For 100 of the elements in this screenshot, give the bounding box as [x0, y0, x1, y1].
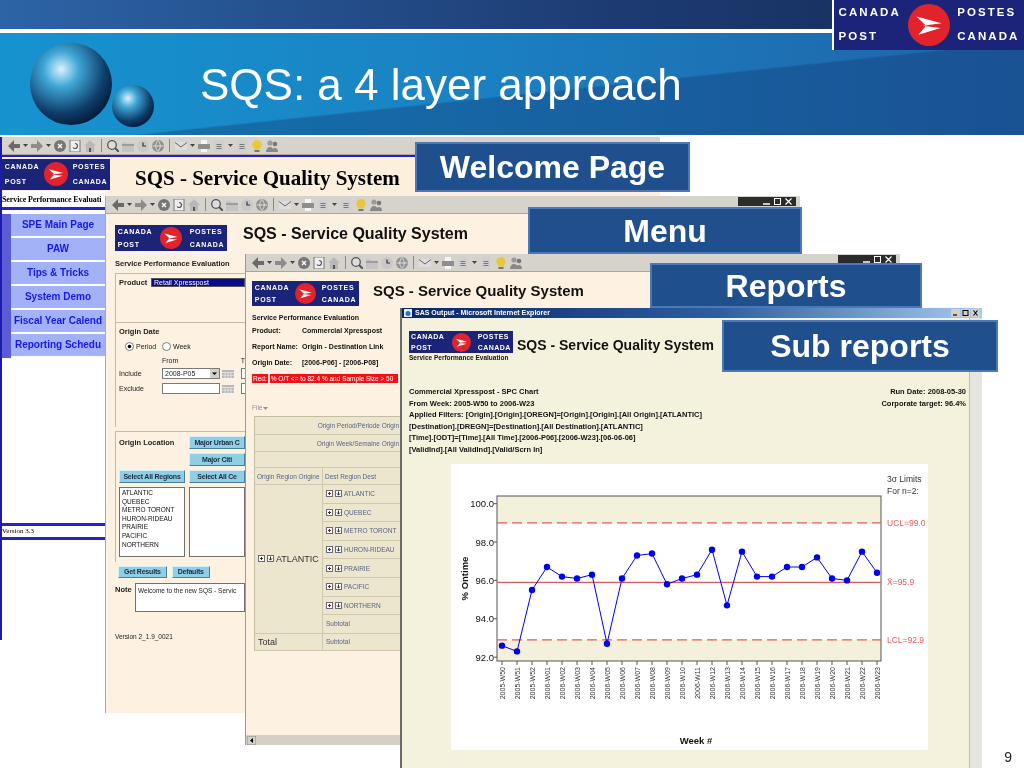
nav-link[interactable]: Fiscal Year Calend [11, 310, 105, 334]
caret-icon[interactable] [228, 144, 233, 147]
document-icon[interactable] [480, 256, 492, 269]
drill-down-icon[interactable] [335, 527, 342, 535]
expand-icon[interactable] [326, 527, 333, 535]
data-point [858, 548, 866, 555]
search-icon[interactable] [351, 256, 363, 269]
y-axis-tick-label: 96.0 [475, 574, 494, 586]
document-icon[interactable] [340, 198, 352, 211]
emblem-icon [160, 227, 182, 249]
data-point [678, 575, 686, 582]
limit-label: X̄=95.9 [887, 577, 915, 588]
page-title: SQS - Service Quality System [135, 168, 400, 191]
clock-icon[interactable] [381, 256, 393, 269]
radio-icon[interactable] [125, 342, 134, 351]
refresh-icon[interactable] [313, 256, 325, 269]
caret-icon[interactable] [127, 203, 132, 206]
data-point [573, 575, 581, 582]
stop-icon[interactable] [158, 198, 170, 211]
printer-icon[interactable] [302, 198, 314, 211]
table-cell: Total [255, 633, 323, 651]
lightbulb-icon[interactable] [495, 256, 507, 269]
caret-icon[interactable] [332, 203, 337, 206]
logo-text: CANADA [957, 31, 1020, 43]
caret-icon[interactable] [290, 261, 295, 264]
expand-icon[interactable] [326, 546, 333, 554]
nav-link[interactable]: PAW [11, 238, 105, 262]
minimize-icon[interactable] [951, 309, 960, 317]
search-icon[interactable] [211, 198, 223, 211]
expand-icon[interactable] [258, 555, 265, 563]
caret-icon[interactable] [294, 203, 299, 206]
people-icon[interactable] [370, 198, 382, 211]
nav-link[interactable]: System Demo [11, 286, 105, 310]
drill-down-icon[interactable] [335, 601, 342, 609]
drill-down-icon[interactable] [267, 555, 274, 563]
clock-icon[interactable] [137, 139, 149, 152]
people-icon[interactable] [266, 139, 278, 152]
nav-link[interactable]: Tips & Tricks [11, 262, 105, 286]
clock-icon[interactable] [241, 198, 253, 211]
caret-icon[interactable] [23, 144, 28, 147]
nav-link[interactable]: SPE Main Page [11, 214, 105, 238]
document-icon[interactable] [213, 139, 225, 152]
data-point [633, 552, 641, 559]
horizontal-scrollbar[interactable] [246, 735, 401, 745]
nav-link[interactable]: Reporting Schedu [11, 334, 105, 358]
caret-icon[interactable] [150, 203, 155, 206]
lightbulb-icon[interactable] [355, 198, 367, 211]
home-icon[interactable] [328, 256, 340, 269]
back-arrow-icon[interactable] [8, 139, 20, 152]
data-point [558, 573, 566, 580]
refresh-icon[interactable] [69, 139, 81, 152]
input-field[interactable] [162, 383, 220, 394]
caret-icon[interactable] [472, 261, 477, 264]
callout-label: Sub reports [722, 320, 998, 372]
stop-icon[interactable] [298, 256, 310, 269]
drill-down-icon[interactable] [335, 546, 342, 554]
data-point [723, 602, 731, 609]
drill-down-icon[interactable] [335, 508, 342, 516]
drill-down-icon[interactable] [335, 564, 342, 572]
printer-icon[interactable] [442, 256, 454, 269]
caret-icon[interactable] [267, 261, 272, 264]
maximize-icon[interactable] [961, 309, 970, 317]
caret-icon[interactable] [46, 144, 51, 147]
refresh-icon[interactable] [173, 198, 185, 211]
home-icon[interactable] [188, 198, 200, 211]
document-icon[interactable] [457, 256, 469, 269]
expand-icon[interactable] [326, 508, 333, 516]
radio-icon[interactable] [162, 342, 171, 351]
stop-icon[interactable] [54, 139, 66, 152]
document-icon[interactable] [236, 139, 248, 152]
data-point [543, 563, 551, 571]
expand-icon[interactable] [326, 583, 333, 591]
emblem-icon [295, 283, 316, 304]
lightbulb-icon[interactable] [251, 139, 263, 152]
home-icon[interactable] [84, 139, 96, 152]
logo-text: POST [838, 31, 880, 43]
mail-icon[interactable] [419, 258, 431, 267]
expand-icon[interactable] [326, 490, 333, 498]
people-icon[interactable] [510, 256, 522, 269]
back-arrow-icon[interactable] [112, 198, 124, 211]
limits-note: For n=2: [887, 486, 919, 496]
document-icon[interactable] [317, 198, 329, 211]
input-field[interactable] [241, 368, 245, 379]
printer-icon[interactable] [198, 139, 210, 152]
mail-icon[interactable] [175, 141, 187, 150]
caret-icon[interactable] [190, 144, 195, 147]
input-field[interactable] [241, 383, 245, 394]
scroll-left-icon[interactable] [247, 735, 256, 745]
list-box[interactable] [189, 487, 245, 557]
expand-icon[interactable] [326, 601, 333, 609]
mail-icon[interactable] [279, 200, 291, 209]
drill-down-icon[interactable] [335, 490, 342, 498]
close-icon[interactable] [971, 309, 980, 317]
search-icon[interactable] [107, 139, 119, 152]
expand-icon[interactable] [326, 564, 333, 572]
dropdown-arrow-icon[interactable] [210, 369, 219, 378]
back-arrow-icon[interactable] [252, 256, 264, 269]
drill-down-icon[interactable] [335, 583, 342, 591]
caret-icon[interactable] [434, 261, 439, 264]
callout-label: Menu [528, 207, 802, 254]
